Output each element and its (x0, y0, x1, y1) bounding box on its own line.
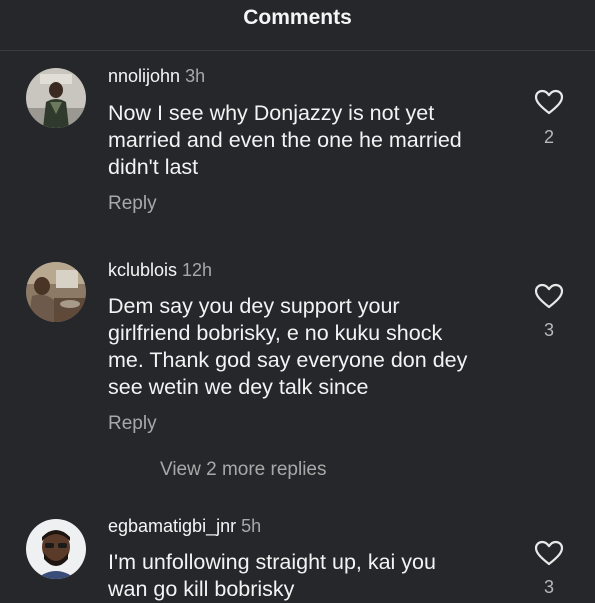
reply-button[interactable]: Reply (108, 193, 157, 215)
comment-meta: nnolijohn 3h (108, 66, 205, 87)
like-count: 3 (543, 320, 554, 340)
heart-icon (534, 89, 564, 115)
heart-icon (534, 283, 564, 309)
timestamp: 5h (241, 516, 262, 536)
comments-header: Comments (0, 0, 595, 51)
page-title: Comments (243, 6, 352, 29)
avatar[interactable] (26, 519, 86, 579)
like-button[interactable] (534, 89, 564, 120)
comment-text: Now I see why Donjazzy is not yet marrie… (108, 101, 462, 179)
comment-meta: kclublois 12h (108, 260, 212, 281)
comment-text: I'm unfollowing straight up, kai you wan… (108, 550, 436, 601)
view-more-replies-button[interactable]: View 2 more replies (160, 459, 327, 481)
avatar-image (26, 262, 86, 322)
comment-meta: egbamatigbi_jnr 5h (108, 516, 261, 537)
like-count: 3 (543, 577, 554, 597)
heart-icon (534, 540, 564, 566)
reply-button[interactable]: Reply (108, 413, 157, 435)
timestamp: 12h (182, 260, 213, 280)
timestamp: 3h (185, 66, 206, 86)
avatar-image (26, 68, 86, 128)
comment-text: Dem say you dey support your girlfriend … (108, 294, 468, 399)
like-button[interactable] (534, 540, 564, 571)
avatar-image (26, 519, 86, 579)
username[interactable]: egbamatigbi_jnr (108, 516, 236, 536)
like-button[interactable] (534, 283, 564, 314)
username[interactable]: kclublois (108, 260, 177, 280)
avatar[interactable] (26, 262, 86, 322)
username[interactable]: nnolijohn (108, 66, 180, 86)
avatar[interactable] (26, 68, 86, 128)
like-count: 2 (543, 127, 554, 147)
